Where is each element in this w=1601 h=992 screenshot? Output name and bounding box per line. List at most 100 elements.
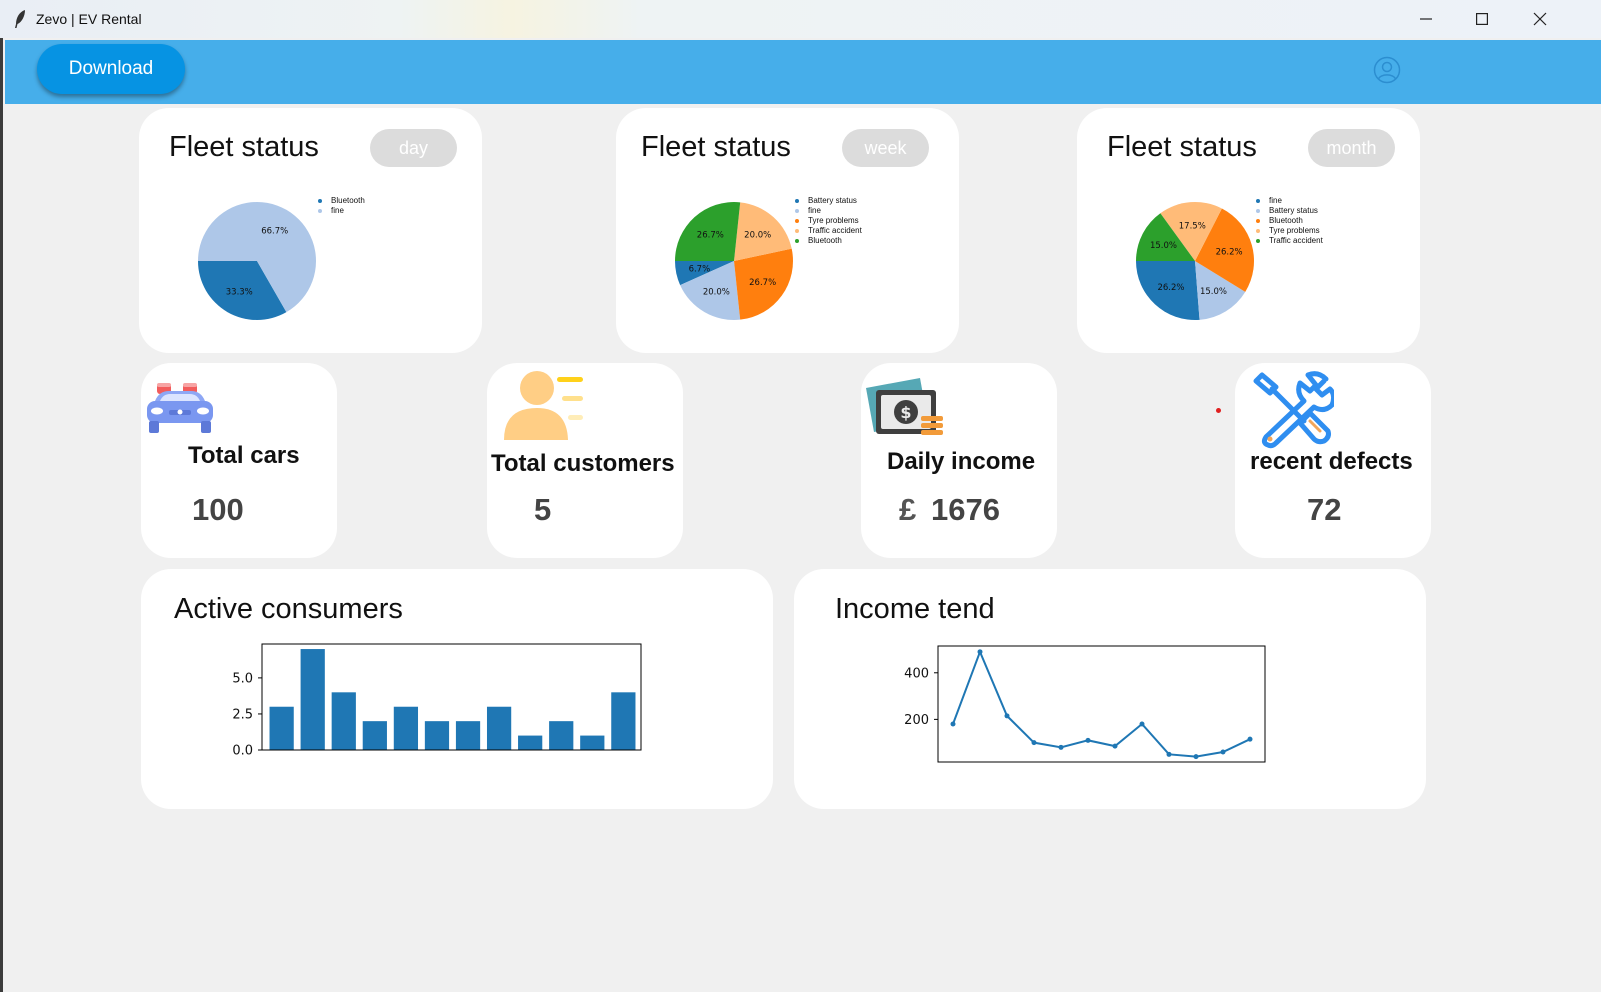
- bar: [331, 692, 356, 750]
- legend-label: fine: [1269, 196, 1282, 205]
- legend-item: Battery status: [795, 196, 862, 206]
- income-trend-line-chart: 200 400: [904, 645, 1266, 763]
- period-badge-day[interactable]: day: [370, 129, 457, 167]
- legend-label: Bluetooth: [808, 236, 842, 245]
- data-point: [950, 721, 956, 727]
- pie-slice-label: 15.0%: [1200, 287, 1227, 297]
- y-tick-label: 2.5: [232, 707, 253, 722]
- legend-marker: [1256, 229, 1260, 233]
- pie-slice-label: 17.5%: [1179, 222, 1206, 232]
- user-profile-icon[interactable]: [1373, 56, 1401, 84]
- fleet-status-title: Fleet status: [1107, 131, 1257, 163]
- currency-symbol: £: [899, 492, 917, 527]
- data-point: [1247, 736, 1253, 742]
- svg-text:$: $: [900, 403, 911, 422]
- legend-marker: [318, 209, 322, 213]
- y-tick-label: 5.0: [232, 671, 253, 686]
- active-consumers-card: Active consumers 0.0 2.5 5.0: [141, 569, 773, 809]
- legend-label: fine: [808, 206, 821, 215]
- customer-icon: [504, 371, 583, 440]
- fleet-pie-chart-day: 33.3% 66.7%: [198, 202, 316, 320]
- fleet-status-month-card: Fleet status month 26.2% 15.0% 26.2% 17.5% 1…: [1077, 108, 1420, 353]
- recent-defects-card: recent defects 72: [1235, 363, 1431, 558]
- period-badge-month[interactable]: month: [1308, 129, 1395, 167]
- bar: [580, 735, 605, 750]
- bar: [518, 735, 543, 750]
- income-line: [952, 649, 1251, 758]
- legend-item: Tyre problems: [795, 216, 862, 226]
- maximize-button[interactable]: [1453, 0, 1511, 38]
- bar: [455, 721, 481, 750]
- legend-marker: [795, 229, 799, 233]
- minimize-button[interactable]: [1397, 0, 1455, 38]
- legend-item: Bluetooth: [318, 196, 365, 206]
- active-consumers-bar-chart: 0.0 2.5 5.0: [232, 643, 642, 759]
- legend-marker: [795, 199, 799, 203]
- legend-marker: [1256, 239, 1260, 243]
- legend-marker: [318, 199, 322, 203]
- pie-slice-label: 26.2%: [1216, 247, 1243, 257]
- window-titlebar: Zevo | EV Rental: [0, 0, 1601, 38]
- minimize-icon: [1420, 18, 1432, 20]
- pie-slice-label: 15.0%: [1150, 241, 1177, 251]
- close-icon: [1533, 12, 1547, 26]
- bar: [611, 692, 636, 750]
- bar: [362, 721, 387, 750]
- income-trend-card: Income tend 200 400: [794, 569, 1426, 809]
- period-badge-week[interactable]: week: [842, 129, 929, 167]
- total-cars-label: Total cars: [188, 442, 300, 469]
- legend-item: Traffic accident: [795, 226, 862, 236]
- legend-marker: [795, 209, 799, 213]
- bar: [424, 721, 450, 750]
- fleet-pie-chart-month: 26.2% 15.0%26.2%17.5%15.0%: [1136, 202, 1254, 320]
- fleet-status-day-card: Fleet status day 33.3% 66.7% Bluetooth fin…: [139, 108, 482, 353]
- daily-income-card: $ Daily income £ 1676: [861, 363, 1057, 558]
- legend-label: Tyre problems: [808, 216, 859, 225]
- legend-item: fine: [795, 206, 862, 216]
- fleet-status-title: Fleet status: [641, 131, 791, 163]
- bar: [549, 721, 574, 750]
- legend-label: Battery status: [808, 196, 857, 205]
- pie-slice-label: 6.7%: [689, 264, 711, 274]
- legend-label: Traffic accident: [1269, 236, 1323, 245]
- fleet-pie-legend-day: Bluetooth fine: [318, 196, 365, 216]
- legend-item: fine: [1256, 196, 1323, 206]
- pie-slice-label: 20.0%: [744, 231, 771, 241]
- legend-marker: [1256, 219, 1260, 223]
- y-tick-label: 200: [904, 713, 929, 728]
- y-tick-label: 0.0: [232, 744, 253, 759]
- legend-label: Battery status: [1269, 206, 1318, 215]
- legend-label: Bluetooth: [1269, 216, 1303, 225]
- legend-label: Bluetooth: [331, 196, 365, 205]
- pie-slice-label: 66.7%: [261, 226, 288, 236]
- legend-label: fine: [331, 206, 344, 215]
- indicator-dot: [1216, 408, 1221, 413]
- pie-slice-label: 26.2%: [1157, 283, 1184, 293]
- download-button[interactable]: Download: [37, 44, 185, 94]
- legend-item: Tyre problems: [1256, 226, 1323, 236]
- total-cars-value: 100: [192, 492, 244, 527]
- total-customers-label: Total customers: [491, 450, 675, 477]
- data-point: [977, 649, 983, 655]
- data-point: [1220, 749, 1226, 755]
- recent-defects-value: 72: [1307, 492, 1342, 527]
- legend-marker: [1256, 199, 1260, 203]
- bar: [486, 706, 512, 750]
- legend-item: Battery status: [1256, 206, 1323, 216]
- data-point: [1004, 713, 1010, 719]
- legend-item: fine: [318, 206, 365, 216]
- legend-marker: [795, 239, 799, 243]
- pie-slice-label: 33.3%: [226, 288, 253, 298]
- data-point: [1058, 744, 1064, 750]
- y-tick-label: 400: [904, 666, 929, 681]
- legend-item: Bluetooth: [795, 236, 862, 246]
- total-cars-card: Total cars 100: [141, 363, 337, 558]
- app-header: Download: [5, 40, 1601, 104]
- car-icon: [147, 383, 213, 433]
- bar: [300, 649, 325, 750]
- total-customers-card: Total customers 5: [487, 363, 683, 558]
- data-point: [1085, 737, 1091, 743]
- total-customers-value: 5: [534, 492, 552, 527]
- close-button[interactable]: [1511, 0, 1569, 38]
- fleet-status-week-card: Fleet status week 6.7% 20.0% 26.7% 20.0% 26.…: [616, 108, 959, 353]
